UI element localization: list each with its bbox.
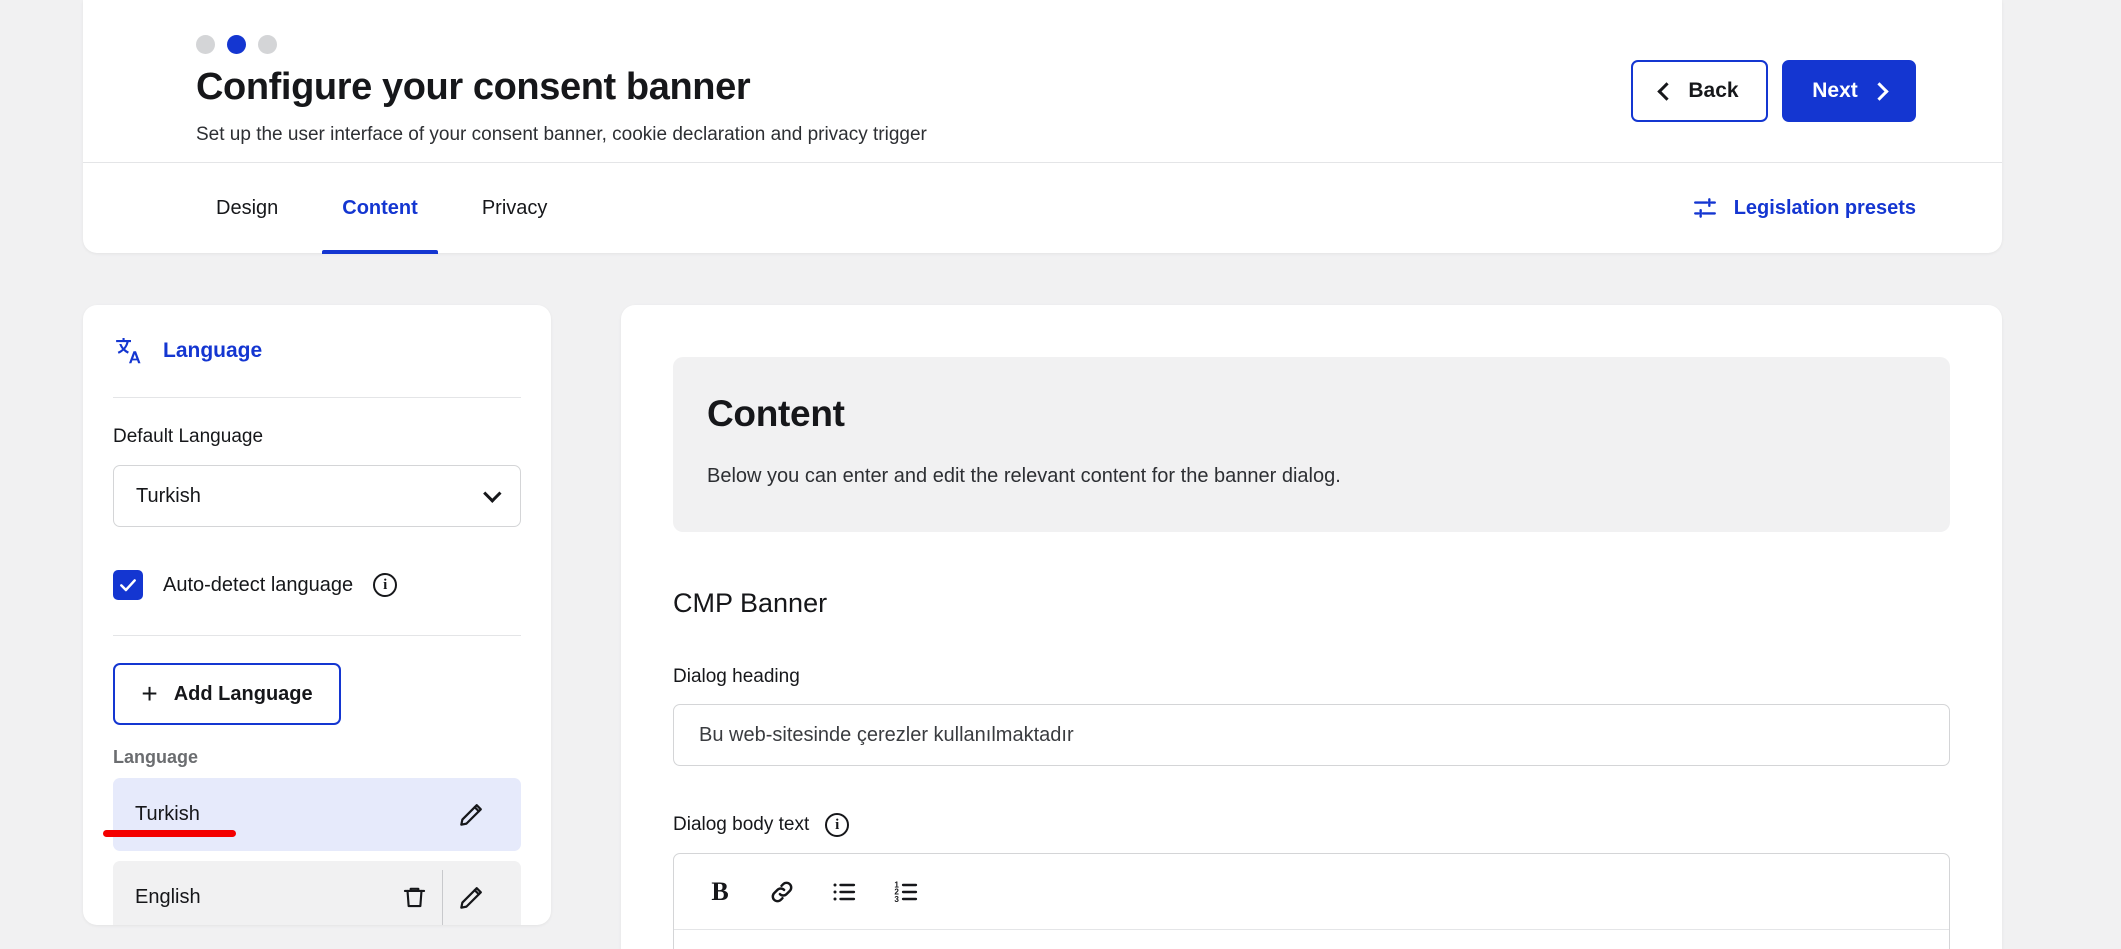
app-page: Configure your consent banner Set up the… bbox=[0, 0, 2121, 949]
dialog-body-text[interactable]: İçeriği kişiselleştirmek, sosyal medya ö… bbox=[674, 930, 1949, 949]
step-dot-3[interactable] bbox=[258, 35, 277, 54]
plus-icon: + bbox=[141, 680, 157, 708]
main-content-card: Content Below you can enter and edit the… bbox=[621, 305, 2002, 949]
sidebar-divider-bottom bbox=[113, 635, 521, 636]
default-language-select[interactable]: Turkish bbox=[113, 465, 521, 527]
dialog-heading-value: Bu web-sitesinde çerezler kullanılmaktad… bbox=[699, 724, 1074, 747]
editor-toolbar: B bbox=[674, 854, 1949, 930]
content-info-banner: Content Below you can enter and edit the… bbox=[673, 357, 1950, 532]
language-name: English bbox=[135, 886, 386, 909]
language-name: Turkish bbox=[135, 803, 443, 826]
tab-privacy[interactable]: Privacy bbox=[462, 163, 568, 254]
tab-content-label: Content bbox=[342, 197, 418, 220]
translate-icon bbox=[113, 336, 143, 366]
pencil-icon bbox=[457, 801, 485, 829]
sidebar-header: Language bbox=[113, 305, 521, 397]
default-language-label: Default Language bbox=[113, 426, 521, 448]
content-banner-title: Content bbox=[707, 393, 1916, 435]
cmp-banner-section-title: CMP Banner bbox=[673, 588, 1950, 619]
edit-language-button[interactable] bbox=[443, 861, 499, 925]
dialog-body-label: Dialog body text bbox=[673, 814, 809, 836]
sliders-icon bbox=[1692, 195, 1718, 221]
trash-icon bbox=[401, 884, 428, 911]
numbered-list-icon[interactable]: 1 2 3 bbox=[884, 870, 928, 914]
language-list-item-english[interactable]: English bbox=[113, 861, 521, 925]
add-language-button[interactable]: + Add Language bbox=[113, 663, 341, 725]
wizard-navigation: Back Next bbox=[1631, 60, 1916, 122]
back-button[interactable]: Back bbox=[1631, 60, 1768, 122]
pencil-icon bbox=[457, 884, 485, 912]
page-subtitle: Set up the user interface of your consen… bbox=[196, 124, 927, 146]
back-button-label: Back bbox=[1688, 79, 1738, 103]
language-row-actions bbox=[443, 778, 499, 851]
annotation-underline bbox=[103, 830, 236, 837]
sidebar-header-label: Language bbox=[163, 339, 262, 363]
step-indicator bbox=[196, 35, 277, 54]
sidebar-divider-top bbox=[113, 397, 521, 398]
chevron-right-icon bbox=[1870, 82, 1888, 100]
link-icon[interactable] bbox=[760, 870, 804, 914]
content-banner-text: Below you can enter and edit the relevan… bbox=[707, 465, 1916, 488]
language-sidebar-card: Language Default Language Turkish Auto-d… bbox=[83, 305, 551, 925]
language-row-actions bbox=[386, 861, 499, 925]
svg-text:3: 3 bbox=[894, 894, 899, 903]
legislation-presets-button[interactable]: Legislation presets bbox=[1692, 195, 1916, 221]
default-language-value: Turkish bbox=[136, 485, 201, 508]
dialog-body-editor[interactable]: B bbox=[673, 853, 1950, 949]
info-icon[interactable]: i bbox=[825, 813, 849, 837]
edit-language-button[interactable] bbox=[443, 778, 499, 851]
chevron-down-icon bbox=[483, 484, 501, 502]
bulleted-list-icon[interactable] bbox=[822, 870, 866, 914]
auto-detect-language-label: Auto-detect language bbox=[163, 574, 353, 597]
auto-detect-language-checkbox[interactable] bbox=[113, 570, 143, 600]
auto-detect-language-row: Auto-detect language i bbox=[113, 570, 521, 600]
chevron-left-icon bbox=[1658, 82, 1676, 100]
dialog-heading-label: Dialog heading bbox=[673, 666, 1950, 688]
add-language-label: Add Language bbox=[174, 683, 313, 706]
next-button[interactable]: Next bbox=[1782, 60, 1916, 122]
tab-content[interactable]: Content bbox=[322, 163, 438, 254]
page-title: Configure your consent banner bbox=[196, 66, 750, 109]
header-card: Configure your consent banner Set up the… bbox=[83, 0, 2002, 253]
tab-design-label: Design bbox=[216, 197, 278, 220]
tab-privacy-label: Privacy bbox=[482, 197, 548, 220]
step-dot-1[interactable] bbox=[196, 35, 215, 54]
next-button-label: Next bbox=[1812, 79, 1858, 103]
legislation-presets-label: Legislation presets bbox=[1734, 197, 1916, 220]
dialog-heading-input[interactable]: Bu web-sitesinde çerezler kullanılmaktad… bbox=[673, 704, 1950, 766]
tab-bar: Design Content Privacy Legis bbox=[83, 162, 2002, 253]
checkmark-icon bbox=[118, 575, 138, 595]
language-list-header: Language bbox=[113, 747, 521, 768]
language-list-item-turkish[interactable]: Turkish bbox=[113, 778, 521, 851]
tab-list: Design Content Privacy bbox=[196, 163, 591, 254]
step-dot-2-active[interactable] bbox=[227, 35, 246, 54]
delete-language-button[interactable] bbox=[386, 861, 442, 925]
info-icon[interactable]: i bbox=[373, 573, 397, 597]
bold-icon[interactable]: B bbox=[698, 870, 742, 914]
dialog-body-label-row: Dialog body text i bbox=[673, 813, 1950, 837]
tab-design[interactable]: Design bbox=[196, 163, 298, 254]
